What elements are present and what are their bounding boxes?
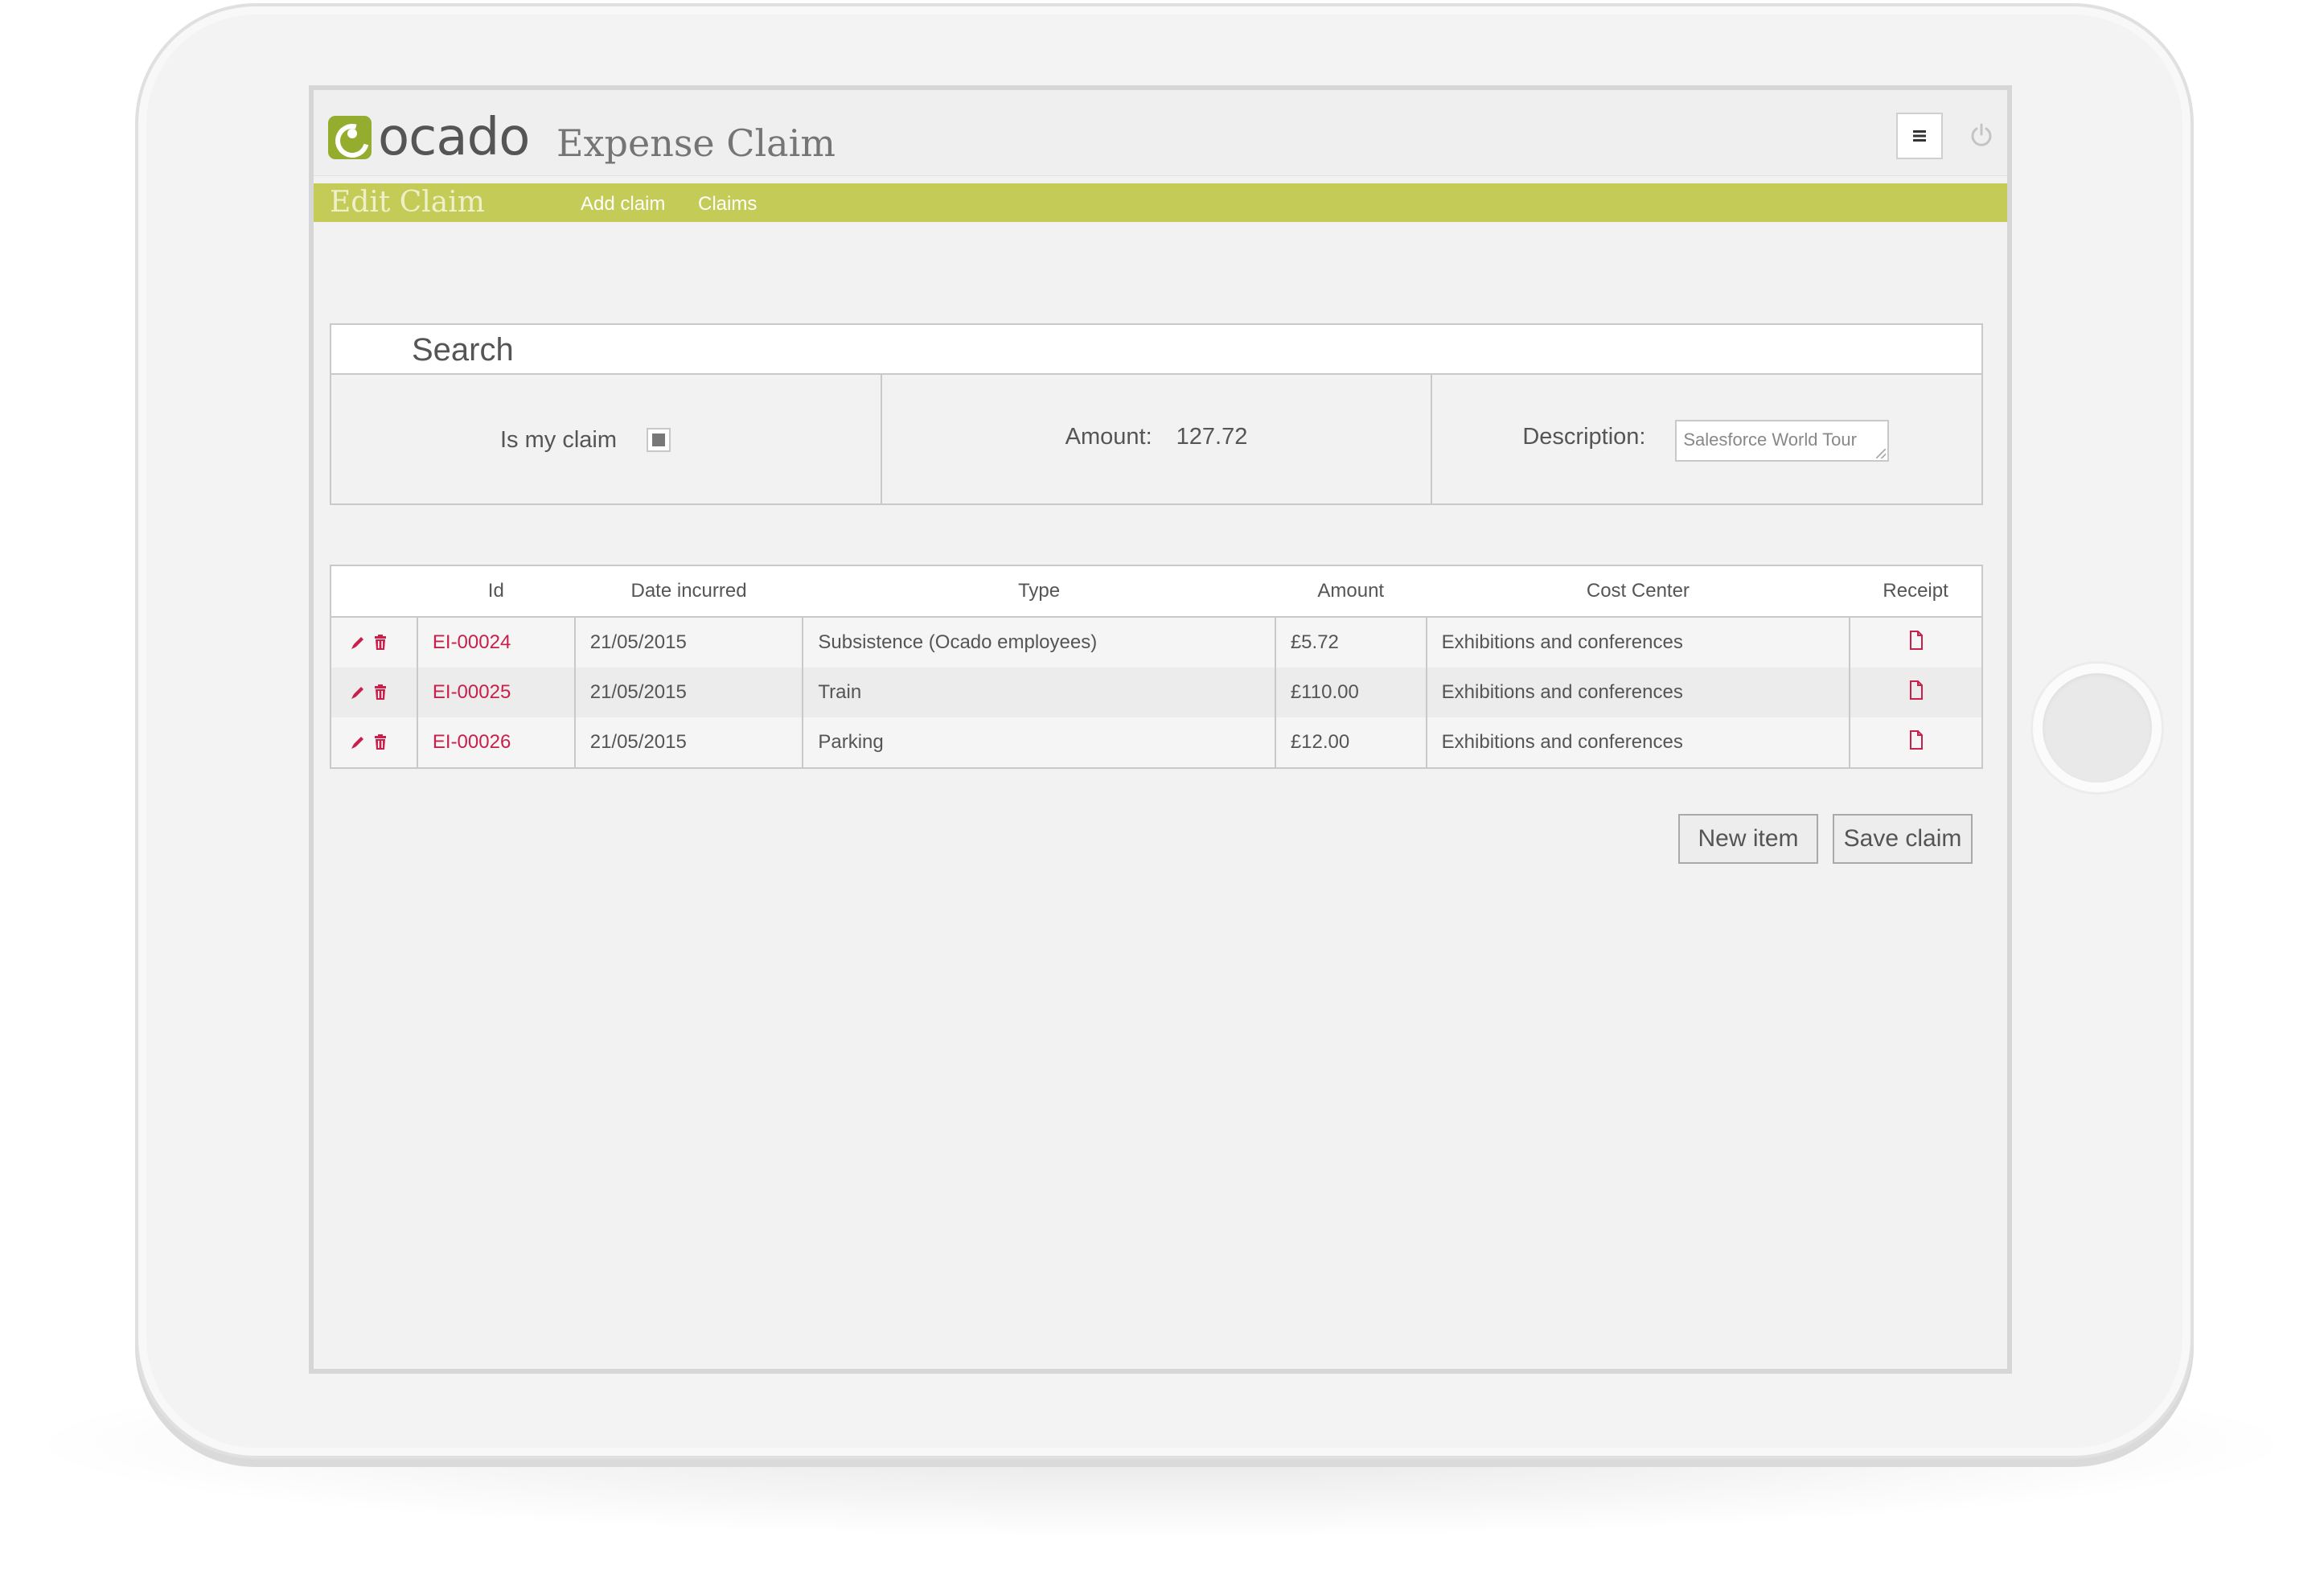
row-actions-cell bbox=[331, 717, 417, 768]
column-header-amount[interactable]: Amount bbox=[1275, 565, 1427, 618]
search-header: Search bbox=[331, 325, 1981, 375]
column-header-type[interactable]: Type bbox=[803, 565, 1275, 618]
cell-date: 21/05/2015 bbox=[573, 617, 803, 668]
cell-amount: £110.00 bbox=[1274, 668, 1427, 717]
ocado-logo-icon bbox=[328, 116, 372, 159]
delete-trash-icon[interactable] bbox=[373, 634, 388, 651]
row-actions-cell bbox=[331, 668, 417, 717]
save-claim-button[interactable]: Save claim bbox=[1833, 814, 1973, 864]
column-header-receipt[interactable]: Receipt bbox=[1850, 565, 1982, 618]
app-header: ocado Expense Claim bbox=[314, 90, 2007, 176]
cell-amount: £5.72 bbox=[1274, 617, 1427, 668]
amount-value[interactable]: 127.72 bbox=[1176, 423, 1248, 450]
table-row: EI-00024 21/05/2015 Subsistence (Ocado e… bbox=[331, 617, 1982, 668]
edit-pencil-icon[interactable] bbox=[349, 684, 365, 701]
search-cell-description: Description: Salesforce World Tour bbox=[1431, 375, 1981, 503]
hamburger-menu-icon bbox=[1913, 130, 1926, 142]
cell-receipt bbox=[1849, 617, 1982, 668]
search-title: Search bbox=[412, 332, 514, 368]
row-actions-cell bbox=[331, 617, 417, 668]
cell-amount: £12.00 bbox=[1274, 717, 1427, 768]
app-title: Expense Claim bbox=[556, 121, 836, 165]
description-label: Description: bbox=[1522, 424, 1646, 450]
tablet-home-button bbox=[2033, 664, 2162, 792]
edit-pencil-icon[interactable] bbox=[349, 734, 365, 751]
edit-pencil-icon[interactable] bbox=[349, 634, 365, 651]
is-my-claim-label: Is my claim bbox=[500, 427, 617, 453]
delete-trash-icon[interactable] bbox=[373, 734, 388, 751]
column-header-cost-center[interactable]: Cost Center bbox=[1426, 565, 1850, 618]
nav-title: Edit Claim bbox=[330, 186, 485, 219]
power-icon[interactable] bbox=[1969, 122, 1994, 148]
column-header-id[interactable]: Id bbox=[417, 565, 575, 618]
resize-grip-icon[interactable] bbox=[1876, 449, 1887, 458]
search-fields: Is my claim Amount: 127.72 Description: … bbox=[331, 375, 1981, 503]
delete-trash-icon[interactable] bbox=[373, 684, 388, 701]
table-header-row: Id Date incurred Type Amount Cost Center… bbox=[331, 565, 1982, 618]
cell-receipt bbox=[1849, 717, 1982, 768]
is-my-claim-checkbox[interactable] bbox=[647, 428, 671, 452]
search-panel: Search Is my claim Amount: 127.72 Descri… bbox=[330, 323, 1983, 505]
cell-type: Parking bbox=[802, 717, 1275, 768]
cell-id[interactable]: EI-00025 bbox=[416, 668, 575, 717]
app-screen: ocado Expense Claim Edit Claim Add claim… bbox=[309, 85, 2012, 1374]
cell-cost-center: Exhibitions and conferences bbox=[1425, 717, 1850, 768]
receipt-document-icon[interactable] bbox=[1909, 680, 1924, 700]
new-item-button[interactable]: New item bbox=[1678, 814, 1818, 864]
nav-link-add-claim[interactable]: Add claim bbox=[581, 193, 665, 216]
amount-label: Amount: bbox=[1065, 424, 1152, 450]
receipt-document-icon[interactable] bbox=[1909, 630, 1924, 650]
column-header-date-incurred[interactable]: Date incurred bbox=[574, 565, 803, 618]
description-input[interactable]: Salesforce World Tour bbox=[1675, 420, 1890, 462]
ocado-logo: ocado bbox=[328, 108, 530, 167]
cell-cost-center: Exhibitions and conferences bbox=[1425, 617, 1850, 668]
nav-bar: Edit Claim Add claim Claims bbox=[314, 183, 2007, 222]
cell-receipt bbox=[1849, 668, 1982, 717]
cell-type: Subsistence (Ocado employees) bbox=[802, 617, 1275, 668]
receipt-document-icon[interactable] bbox=[1909, 729, 1924, 750]
menu-button[interactable] bbox=[1896, 113, 1943, 159]
nav-link-claims[interactable]: Claims bbox=[698, 193, 757, 216]
cell-type: Train bbox=[802, 668, 1275, 717]
logo-text: ocado bbox=[378, 108, 530, 167]
table-row: EI-00025 21/05/2015 Train £110.00 Exhibi… bbox=[331, 668, 1982, 717]
cell-date: 21/05/2015 bbox=[573, 668, 803, 717]
expense-items-table: Id Date incurred Type Amount Cost Center… bbox=[330, 565, 1983, 769]
search-cell-is-my-claim: Is my claim bbox=[331, 375, 881, 503]
cell-id[interactable]: EI-00026 bbox=[416, 717, 575, 768]
cell-date: 21/05/2015 bbox=[573, 717, 803, 768]
cell-id[interactable]: EI-00024 bbox=[416, 617, 575, 668]
cell-cost-center: Exhibitions and conferences bbox=[1425, 668, 1850, 717]
column-header-actions bbox=[331, 565, 417, 618]
table-row: EI-00026 21/05/2015 Parking £12.00 Exhib… bbox=[331, 717, 1982, 768]
search-cell-amount: Amount: 127.72 bbox=[880, 375, 1431, 503]
